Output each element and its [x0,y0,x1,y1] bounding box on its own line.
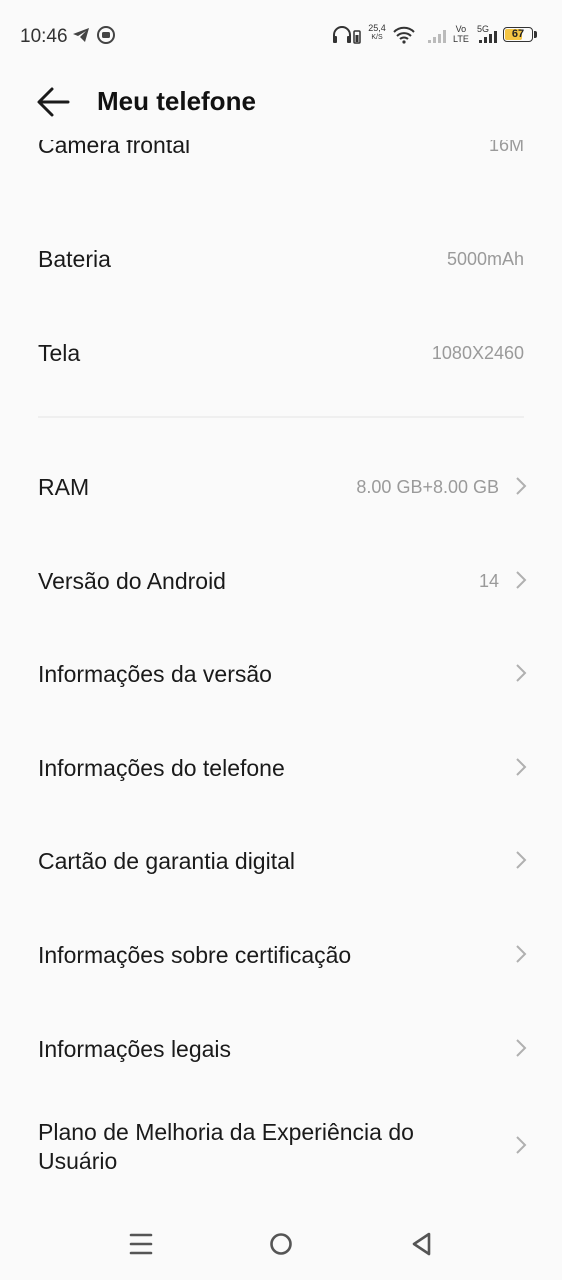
signal-sim2-icon [479,31,497,43]
battery-level: 67 [511,28,525,40]
status-bar: 10:46 25,4 K/S Vo LTE 5G 67 [0,0,562,72]
app-notification-icon [97,26,115,44]
menu-item-label: Informações sobre certificação [38,942,352,968]
home-icon[interactable] [261,1226,301,1262]
net-speed-unit: K/S [371,34,383,41]
menu-item-label: Informações do telefone [38,755,285,781]
settings-list[interactable]: Câmera frontal 16M Bateria 5000mAh Tela … [0,140,562,1208]
chevron-right-icon [516,1039,527,1057]
status-time: 10:46 [20,26,68,47]
menu-item-label: Informações da versão [38,661,272,687]
volte-bottom: LTE [453,34,469,44]
battery-icon: 67 [503,27,533,42]
signal-sim1-icon [428,30,446,43]
menu-item-label: RAM [38,474,90,500]
menu-item-certification[interactable]: Informações sobre certificação [0,926,562,982]
menu-item-ram[interactable]: RAM 8.00 GB+8.00 GB [0,458,562,514]
menu-item-warranty-card[interactable]: Cartão de garantia digital [0,832,562,888]
headphones-battery-icon [333,26,361,44]
menu-item-legal-info[interactable]: Informações legais [0,1020,562,1076]
menu-item-label: Versão do Android [38,568,226,594]
battery-tip [534,31,537,38]
spec-label: Tela [38,340,81,366]
spec-label: Câmera frontal [38,140,191,158]
menu-item-value: 14 [478,571,499,591]
page-title: Meu telefone [97,86,256,116]
chevron-right-icon [516,758,527,776]
chevron-right-icon [516,477,527,495]
menu-item-label: Plano de Melhoria da Experiência do Usuá… [38,1119,414,1174]
app-header: Meu telefone [0,72,562,134]
spec-value: 16M [488,140,524,155]
spec-row-front-camera: Câmera frontal 16M [0,140,562,172]
wifi-icon [393,26,415,44]
spec-value: 5000mAh [446,249,524,269]
menu-item-label: Informações legais [38,1036,232,1062]
chevron-right-icon [516,851,527,869]
menu-item-user-experience-plan[interactable]: Plano de Melhoria da Experiência do Usuá… [0,1104,562,1184]
volte-top: Vo [455,24,467,34]
chevron-right-icon [516,664,527,682]
menu-item-android-version[interactable]: Versão do Android 14 [0,552,562,608]
net-speed: 25,4 K/S [366,24,388,42]
volte-indicator: Vo LTE [453,24,469,44]
menu-item-version-info[interactable]: Informações da versão [0,645,562,701]
back-nav-icon[interactable] [401,1226,441,1262]
menu-item-phone-info[interactable]: Informações do telefone [0,739,562,795]
chevron-right-icon [516,571,527,589]
section-divider [38,416,524,418]
back-arrow-icon[interactable] [30,82,76,122]
spec-row-screen: Tela 1080X2460 [0,324,562,380]
net-speed-value: 25,4 [368,23,386,33]
spec-row-battery: Bateria 5000mAh [0,230,562,286]
chevron-right-icon [516,945,527,963]
system-nav-bar [0,1208,562,1280]
chevron-right-icon [516,1136,527,1154]
telegram-icon [73,28,89,42]
menu-item-value: 8.00 GB+8.00 GB [356,477,499,497]
recent-apps-icon[interactable] [121,1226,161,1262]
menu-item-label: Cartão de garantia digital [38,848,295,874]
spec-label: Bateria [38,246,111,272]
spec-value: 1080X2460 [431,343,524,363]
